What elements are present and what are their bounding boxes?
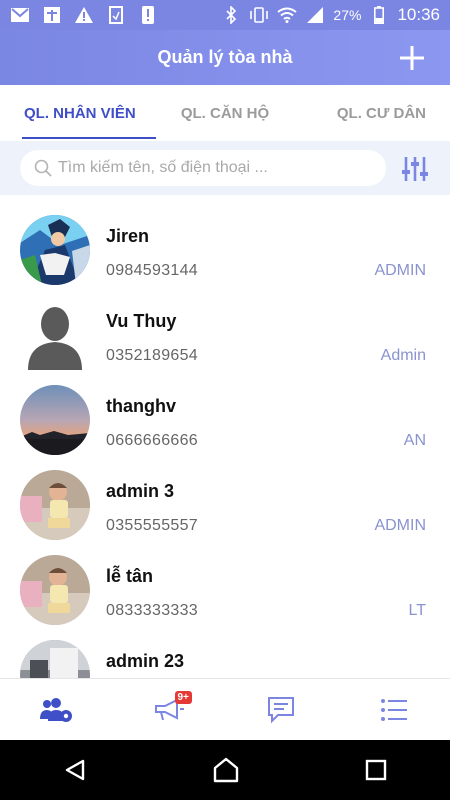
employee-row[interactable]: admin 23	[0, 635, 450, 678]
employee-row[interactable]: Vu Thuy 0352189654 Admin	[0, 295, 450, 380]
bottom-nav: 9+	[0, 678, 450, 740]
system-nav-bar	[0, 740, 450, 800]
employee-name: thanghv	[106, 396, 176, 416]
tab-apartments[interactable]: QL. CĂN HỘ	[158, 85, 292, 141]
notification-icons	[10, 5, 158, 25]
employee-row[interactable]: admin 3 0355555557 ADMIN	[0, 465, 450, 550]
employee-row[interactable]: Jiren 0984593144 ADMIN	[0, 210, 450, 295]
wifi-icon	[277, 5, 298, 25]
avatar	[20, 385, 90, 455]
employee-phone: 0833333333	[106, 602, 198, 619]
search-icon	[34, 159, 52, 177]
home-icon[interactable]	[213, 757, 239, 783]
signal-icon	[305, 5, 325, 25]
vibrate-icon	[249, 5, 269, 25]
employee-role: LT	[408, 602, 426, 619]
app-header: Quản lý tòa nhà	[0, 30, 450, 85]
battery-percent: 27%	[333, 7, 362, 23]
tab-employees[interactable]: QL. NHÂN VIÊN	[0, 85, 158, 141]
nav-messages[interactable]	[225, 679, 338, 740]
employee-phone: 0984593144	[106, 262, 198, 279]
avatar	[20, 555, 90, 625]
list-icon	[380, 698, 407, 721]
employee-name: admin 3	[106, 481, 175, 501]
search-box[interactable]	[20, 150, 386, 186]
chat-icon	[268, 696, 295, 723]
avatar-placeholder	[20, 300, 90, 370]
warning-icon	[74, 5, 94, 25]
employee-role: AN	[403, 432, 426, 449]
alert-icon	[138, 5, 158, 25]
nav-announcements[interactable]: 9+	[113, 679, 226, 740]
page-title: Quản lý tòa nhà	[157, 47, 293, 67]
system-icons: 27% 10:36	[221, 5, 440, 25]
avatar	[20, 470, 90, 540]
battery-icon	[369, 5, 389, 25]
employee-phone: 0666666666	[106, 432, 198, 449]
employee-phone: 0352189654	[106, 347, 198, 364]
sliders-icon	[402, 157, 428, 181]
employee-role: ADMIN	[374, 517, 426, 534]
notification-badge: 9+	[174, 691, 192, 704]
bluetooth-icon	[221, 5, 241, 25]
employee-phone: 0355555557	[106, 517, 198, 534]
nav-menu[interactable]	[338, 679, 450, 740]
employee-row[interactable]: thanghv 0666666666 AN	[0, 380, 450, 465]
plus-icon	[400, 46, 424, 70]
employee-name: Vu Thuy	[106, 311, 177, 331]
employee-role: Admin	[380, 347, 426, 364]
employee-list: Jiren 0984593144 ADMIN Vu Thuy 035218965…	[0, 195, 450, 678]
avatar	[20, 640, 90, 678]
employee-role: ADMIN	[374, 262, 426, 279]
back-icon[interactable]	[63, 758, 87, 782]
clock: 10:36	[397, 5, 440, 24]
search-input[interactable]	[58, 159, 378, 177]
employee-name: lễ tân	[106, 566, 154, 586]
sim-icon	[106, 5, 126, 25]
avatar	[20, 215, 90, 285]
employee-name: admin 23	[106, 651, 185, 671]
status-bar: 27% 10:36	[0, 0, 450, 30]
filter-button[interactable]	[402, 155, 428, 183]
mail-icon	[10, 5, 30, 25]
tab-residents[interactable]: QL. CƯ DÂN	[292, 85, 450, 141]
employee-row[interactable]: lễ tân 0833333333 LT	[0, 550, 450, 635]
add-button[interactable]	[398, 44, 426, 72]
employee-name: Jiren	[106, 226, 150, 246]
search-bar	[0, 141, 450, 195]
tab-bar: QL. NHÂN VIÊN QL. CĂN HỘ QL. CƯ DÂN	[0, 85, 450, 141]
calendar-icon	[42, 5, 62, 25]
nav-staff[interactable]	[0, 679, 113, 740]
recents-icon[interactable]	[365, 759, 387, 781]
users-settings-icon	[40, 697, 73, 722]
